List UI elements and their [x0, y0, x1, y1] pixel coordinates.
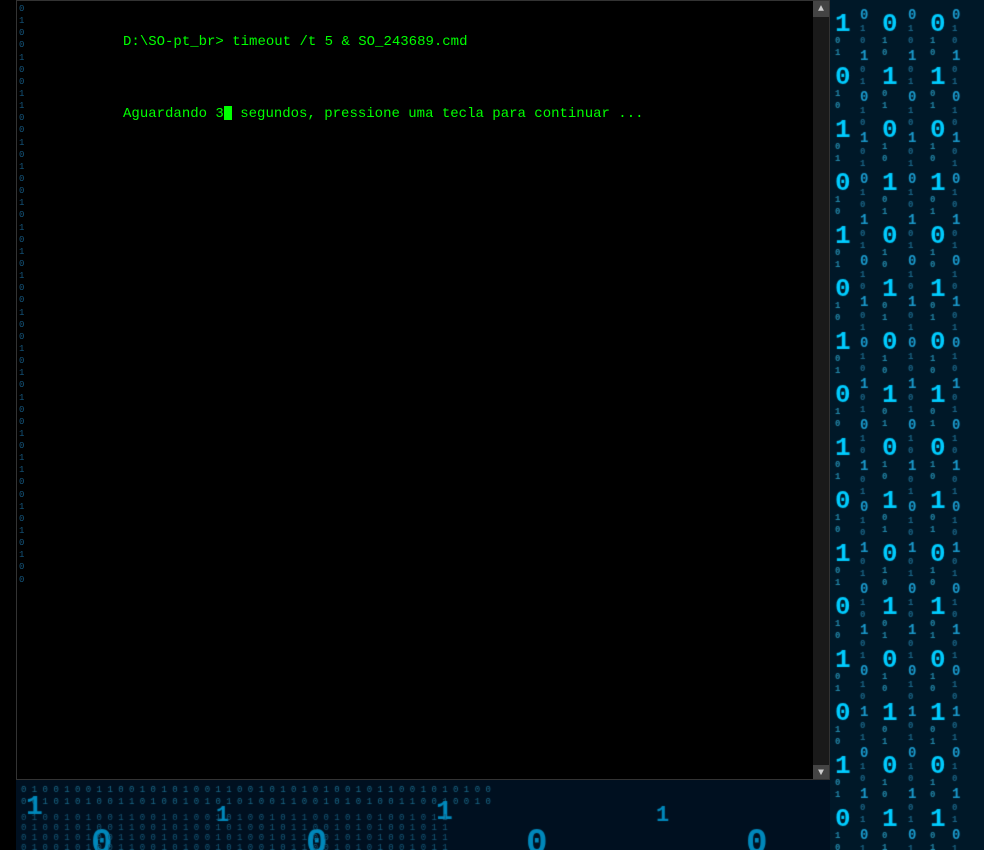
terminal-output-line: Aguardando 3 segundos, pressione uma tec…	[39, 80, 819, 147]
right-matrix-panel	[830, 0, 984, 850]
left-binary-column: 0 1 0 0 1 0 0 1 1 0 0 1 0 1 0 0 1 0 1 0 …	[17, 1, 35, 780]
terminal-prompt: D:\SO-pt_br>	[123, 34, 232, 50]
scrollbar-track[interactable]	[813, 17, 829, 765]
bottom-matrix-strip	[16, 780, 846, 850]
terminal-window[interactable]: 0 1 0 0 1 0 0 1 1 0 0 1 0 1 0 0 1 0 1 0 …	[16, 0, 830, 780]
terminal-command-line: D:\SO-pt_br> timeout /t 5 & SO_243689.cm…	[39, 9, 819, 76]
scrollbar-down-arrow[interactable]: ▼	[813, 765, 829, 780]
terminal-command: timeout /t 5 & SO_243689.cmd	[232, 34, 467, 50]
output-text-2: segundos, pressione uma tecla para conti…	[232, 106, 644, 122]
terminal-cursor	[224, 106, 232, 120]
scrollbar-up-arrow[interactable]: ▲	[813, 1, 829, 17]
output-text-1: Aguardando 3	[123, 106, 224, 122]
terminal-scrollbar[interactable]: ▲ ▼	[813, 1, 829, 780]
